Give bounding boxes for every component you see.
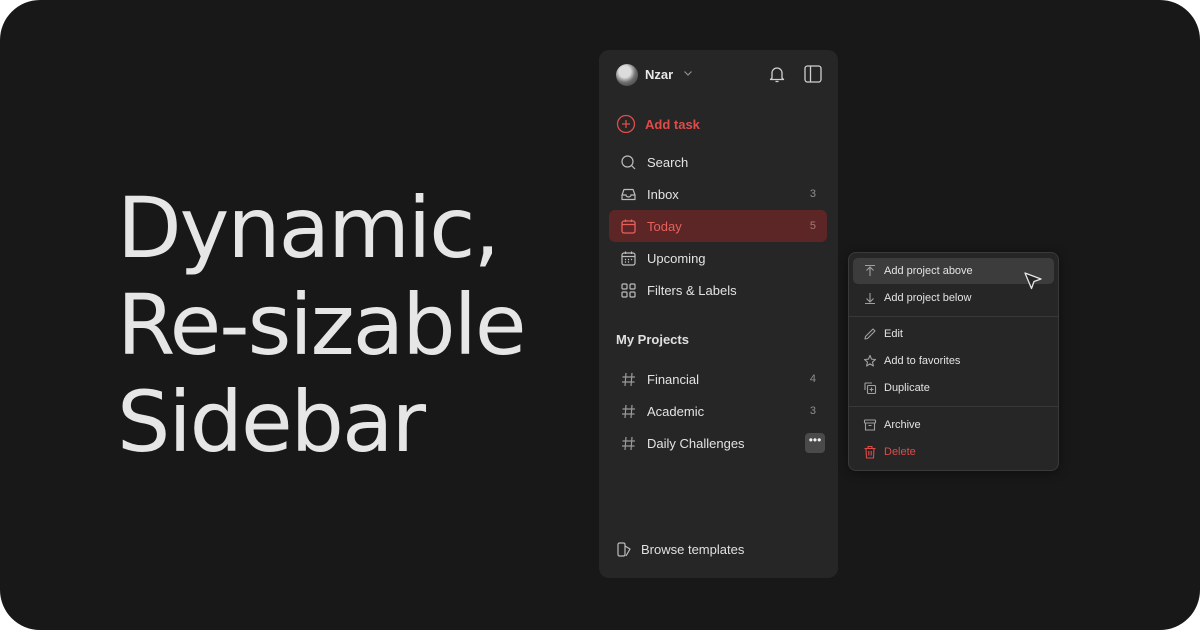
hero-heading: Dynamic, Re-sizable Sidebar bbox=[117, 179, 527, 471]
menu-item-label: Add to favorites bbox=[884, 355, 961, 367]
bell-icon[interactable] bbox=[766, 63, 788, 85]
templates-icon bbox=[617, 542, 631, 557]
sidebar-nav: Search Inbox 3 Today 5 Upcoming Filters … bbox=[609, 146, 827, 306]
grid-icon bbox=[620, 282, 637, 299]
item-count: 5 bbox=[809, 220, 816, 232]
sidebar-item-label: Search bbox=[647, 154, 689, 170]
item-count: 4 bbox=[809, 373, 816, 385]
hero-line-2: Re-sizable bbox=[117, 276, 527, 374]
projects-list: Financial 4 Academic 3 Daily Challenges … bbox=[609, 363, 827, 459]
hash-icon bbox=[620, 403, 637, 420]
hash-icon bbox=[620, 371, 637, 388]
browse-templates-button[interactable]: Browse templates bbox=[616, 541, 744, 558]
sidebar: Nzar Add task Search Inbox 3 Today 5 Upc… bbox=[599, 50, 838, 578]
sidebar-header: Nzar bbox=[599, 62, 838, 88]
mouse-cursor-icon bbox=[1024, 272, 1042, 290]
menu-item-duplicate[interactable]: Duplicate bbox=[853, 375, 1054, 401]
sidebar-item-upcoming[interactable]: Upcoming bbox=[609, 242, 827, 274]
arrow-down-icon bbox=[863, 291, 877, 305]
menu-item-label: Add project below bbox=[884, 292, 972, 304]
star-icon bbox=[863, 354, 877, 368]
sidebar-item-today[interactable]: Today 5 bbox=[609, 210, 827, 242]
sidebar-item-label: Filters & Labels bbox=[647, 282, 737, 298]
project-item-financial[interactable]: Financial 4 bbox=[609, 363, 827, 395]
add-task-label: Add task bbox=[645, 116, 700, 132]
arrow-up-icon bbox=[863, 264, 877, 278]
hash-icon bbox=[620, 435, 637, 452]
canvas: Dynamic, Re-sizable Sidebar Nzar Add tas… bbox=[0, 0, 1200, 630]
project-label: Daily Challenges bbox=[647, 435, 745, 451]
more-options-button[interactable]: ••• bbox=[805, 433, 825, 453]
search-icon bbox=[620, 154, 637, 171]
hero-line-3: Sidebar bbox=[117, 373, 426, 471]
project-item-academic[interactable]: Academic 3 bbox=[609, 395, 827, 427]
calendar-today-icon bbox=[620, 218, 637, 235]
sidebar-item-search[interactable]: Search bbox=[609, 146, 827, 178]
avatar[interactable] bbox=[616, 64, 638, 86]
menu-divider bbox=[849, 406, 1058, 407]
sidebar-item-label: Today bbox=[647, 218, 682, 234]
trash-icon bbox=[863, 445, 877, 459]
chevron-down-icon[interactable] bbox=[681, 66, 695, 80]
menu-item-archive[interactable]: Archive bbox=[853, 412, 1054, 438]
inbox-icon bbox=[620, 186, 637, 203]
archive-icon bbox=[863, 418, 877, 432]
item-count: 3 bbox=[809, 188, 816, 200]
project-label: Financial bbox=[647, 371, 700, 387]
sidebar-item-inbox[interactable]: Inbox 3 bbox=[609, 178, 827, 210]
project-label: Academic bbox=[647, 403, 705, 419]
browse-templates-label: Browse templates bbox=[641, 542, 745, 557]
menu-item-label: Add project above bbox=[884, 265, 973, 277]
menu-item-delete[interactable]: Delete bbox=[853, 439, 1054, 465]
menu-item-edit[interactable]: Edit bbox=[853, 321, 1054, 347]
calendar-upcoming-icon bbox=[620, 250, 637, 267]
menu-item-label: Archive bbox=[884, 419, 921, 431]
sidebar-item-label: Inbox bbox=[647, 186, 679, 202]
sidebar-item-filters-labels[interactable]: Filters & Labels bbox=[609, 274, 827, 306]
user-name[interactable]: Nzar bbox=[645, 67, 673, 82]
sidebar-toggle-icon[interactable] bbox=[802, 63, 824, 85]
plus-circle-icon bbox=[616, 114, 636, 134]
add-task-button[interactable]: Add task bbox=[616, 112, 816, 136]
item-count: 3 bbox=[809, 405, 816, 417]
pencil-icon bbox=[863, 327, 877, 341]
project-item-daily-challenges[interactable]: Daily Challenges ••• bbox=[609, 427, 827, 459]
menu-item-add-to-favorites[interactable]: Add to favorites bbox=[853, 348, 1054, 374]
my-projects-heading[interactable]: My Projects bbox=[616, 332, 689, 347]
duplicate-icon bbox=[863, 381, 877, 395]
menu-item-label: Edit bbox=[884, 328, 903, 340]
sidebar-item-label: Upcoming bbox=[647, 250, 706, 266]
menu-divider bbox=[849, 316, 1058, 317]
menu-item-label: Duplicate bbox=[884, 382, 930, 394]
hero-line-1: Dynamic, bbox=[117, 179, 500, 277]
menu-item-label: Delete bbox=[884, 446, 916, 458]
